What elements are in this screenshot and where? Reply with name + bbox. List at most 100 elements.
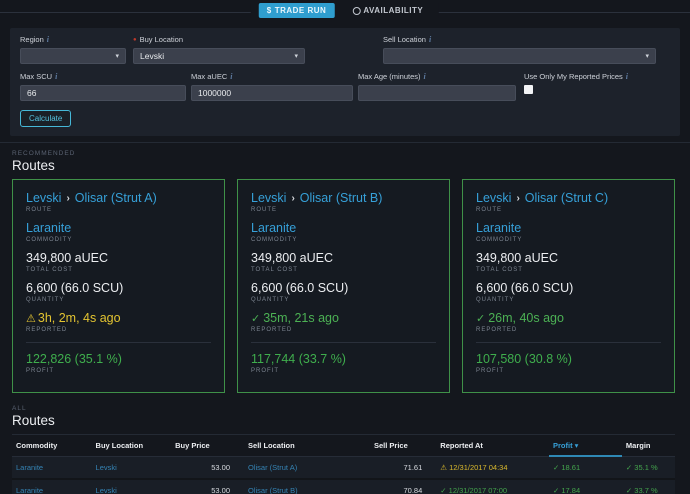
column-header-reported-at[interactable]: Reported At <box>436 435 549 456</box>
check-icon: ✓ <box>553 463 559 472</box>
top-tab-bar: $ TRADE RUN AVAILABILITY <box>0 0 690 24</box>
quantity-value: 6,600 (66.0 SCU) <box>251 281 436 295</box>
buy-location-link[interactable]: Levski <box>92 479 172 494</box>
column-header-margin[interactable]: Margin <box>622 435 675 456</box>
warning-icon: ⚠ <box>440 463 447 472</box>
route-from-link[interactable]: Levski <box>26 191 61 205</box>
divider <box>476 342 661 343</box>
quantity-label: QUANTITY <box>476 297 661 303</box>
max-age-input[interactable] <box>358 85 516 101</box>
region-select[interactable]: ▾ <box>20 48 126 64</box>
tab-group: $ TRADE RUN AVAILABILITY <box>251 3 439 18</box>
all-routes-eyebrow: ALL <box>12 405 690 412</box>
info-icon[interactable]: i <box>424 72 426 81</box>
buy-price-cell: 53.00 <box>171 479 244 494</box>
commodity-link[interactable]: Laranite <box>26 221 211 235</box>
max-scu-label: Max SCU i <box>20 72 186 81</box>
calculate-button[interactable]: Calculate <box>20 110 71 127</box>
info-icon[interactable]: i <box>55 72 57 81</box>
reported-at-cell: ✓ 12/31/2017 07:00 <box>436 479 549 494</box>
chevron-down-icon: ▾ <box>115 52 119 60</box>
reported-label: REPORTED <box>476 327 661 333</box>
total-cost-label: TOTAL COST <box>26 267 211 273</box>
divider <box>26 342 211 343</box>
sell-location-link[interactable]: Olisar (Strut A) <box>244 456 370 479</box>
route-label: ROUTE <box>476 207 661 213</box>
reported-value: ✓ 35m, 21s ago <box>251 311 436 325</box>
total-cost-value: 349,800 aUEC <box>26 251 211 265</box>
route-to-link[interactable]: Olisar (Strut B) <box>300 191 383 205</box>
column-header-commodity[interactable]: Commodity <box>12 435 92 456</box>
route-from-link[interactable]: Levski <box>251 191 286 205</box>
commodity-link[interactable]: Laranite <box>12 456 92 479</box>
sell-location-link[interactable]: Olisar (Strut B) <box>244 479 370 494</box>
reported-at-cell: ⚠ 12/31/2017 04:34 <box>436 456 549 479</box>
tab-trade-run[interactable]: $ TRADE RUN <box>259 3 335 18</box>
buy-location-select[interactable]: Levski ▾ <box>133 48 305 64</box>
route-to-link[interactable]: Olisar (Strut A) <box>75 191 157 205</box>
chevron-down-icon: ▾ <box>645 52 649 60</box>
buy-location-link[interactable]: Levski <box>92 456 172 479</box>
total-cost-label: TOTAL COST <box>251 267 436 273</box>
warning-icon: ⚠ <box>26 312 36 325</box>
max-scu-input[interactable] <box>20 85 186 101</box>
dollar-icon: $ <box>267 6 272 15</box>
all-routes-table: Commodity Buy Location Buy Price Sell Lo… <box>12 435 675 494</box>
table-row[interactable]: Laranite Levski 53.00 Olisar (Strut B) 7… <box>12 479 675 494</box>
route-to-link[interactable]: Olisar (Strut C) <box>525 191 608 205</box>
required-dot-icon: ● <box>133 37 137 43</box>
column-header-sell-location[interactable]: Sell Location <box>244 435 370 456</box>
column-header-buy-price[interactable]: Buy Price <box>171 435 244 456</box>
info-icon[interactable]: i <box>230 72 232 81</box>
table-row[interactable]: Laranite Levski 53.00 Olisar (Strut A) 7… <box>12 456 675 479</box>
use-only-my-reported-prices-label: Use Only My Reported Prices i <box>524 72 670 81</box>
check-icon: ✓ <box>440 486 446 494</box>
total-cost-value: 349,800 aUEC <box>476 251 661 265</box>
tab-availability[interactable]: AVAILABILITY <box>344 3 431 18</box>
profit-label: PROFIT <box>251 368 436 374</box>
all-routes-title: Routes <box>12 413 690 428</box>
total-cost-label: TOTAL COST <box>476 267 661 273</box>
sell-price-cell: 70.84 <box>370 479 436 494</box>
chevron-right-icon: › <box>516 193 519 204</box>
recommended-eyebrow: RECOMMENDED <box>12 150 690 157</box>
commodity-link[interactable]: Laranite <box>251 221 436 235</box>
profit-cell: ✓ 17.84 <box>549 479 622 494</box>
reported-value: ✓ 26m, 40s ago <box>476 311 661 325</box>
info-icon[interactable]: i <box>429 35 431 44</box>
info-icon[interactable]: i <box>47 35 49 44</box>
profit-label: PROFIT <box>476 368 661 374</box>
column-header-sell-price[interactable]: Sell Price <box>370 435 436 456</box>
quantity-value: 6,600 (66.0 SCU) <box>476 281 661 295</box>
max-age-label: Max Age (minutes) i <box>358 72 516 81</box>
commodity-label: COMMODITY <box>251 237 436 243</box>
trade-run-filter-panel: Region i ▾ ● Buy Location Levski ▾ Sell … <box>10 28 680 136</box>
quantity-value: 6,600 (66.0 SCU) <box>26 281 211 295</box>
sell-location-label: Sell Location i <box>383 35 656 44</box>
info-icon[interactable]: i <box>626 72 628 81</box>
sort-desc-icon: ▾ <box>575 441 579 450</box>
use-only-my-reported-prices-checkbox[interactable] <box>524 85 533 94</box>
chevron-right-icon: › <box>66 193 69 204</box>
profit-cell: ✓ 18.61 <box>549 456 622 479</box>
commodity-link[interactable]: Laranite <box>12 479 92 494</box>
divider <box>251 342 436 343</box>
commodity-link[interactable]: Laranite <box>476 221 661 235</box>
margin-cell: ✓ 33.7 % <box>622 479 675 494</box>
max-auec-input[interactable] <box>191 85 353 101</box>
column-header-profit-sorted[interactable]: Profit ▾ <box>549 435 622 456</box>
route-from-link[interactable]: Levski <box>476 191 511 205</box>
check-icon: ✓ <box>476 312 485 325</box>
region-label: Region i <box>20 35 126 44</box>
sell-location-select[interactable]: ▾ <box>383 48 656 64</box>
route-card: Levski › Olisar (Strut B) ROUTE Laranite… <box>237 179 450 393</box>
quantity-label: QUANTITY <box>251 297 436 303</box>
column-header-buy-location[interactable]: Buy Location <box>92 435 172 456</box>
route-label: ROUTE <box>251 207 436 213</box>
max-auec-label: Max aUEC i <box>191 72 353 81</box>
check-icon: ✓ <box>626 486 632 494</box>
quantity-label: QUANTITY <box>26 297 211 303</box>
profit-value: 122,826 (35.1 %) <box>26 352 211 366</box>
profit-label: PROFIT <box>26 368 211 374</box>
reported-label: REPORTED <box>26 327 211 333</box>
